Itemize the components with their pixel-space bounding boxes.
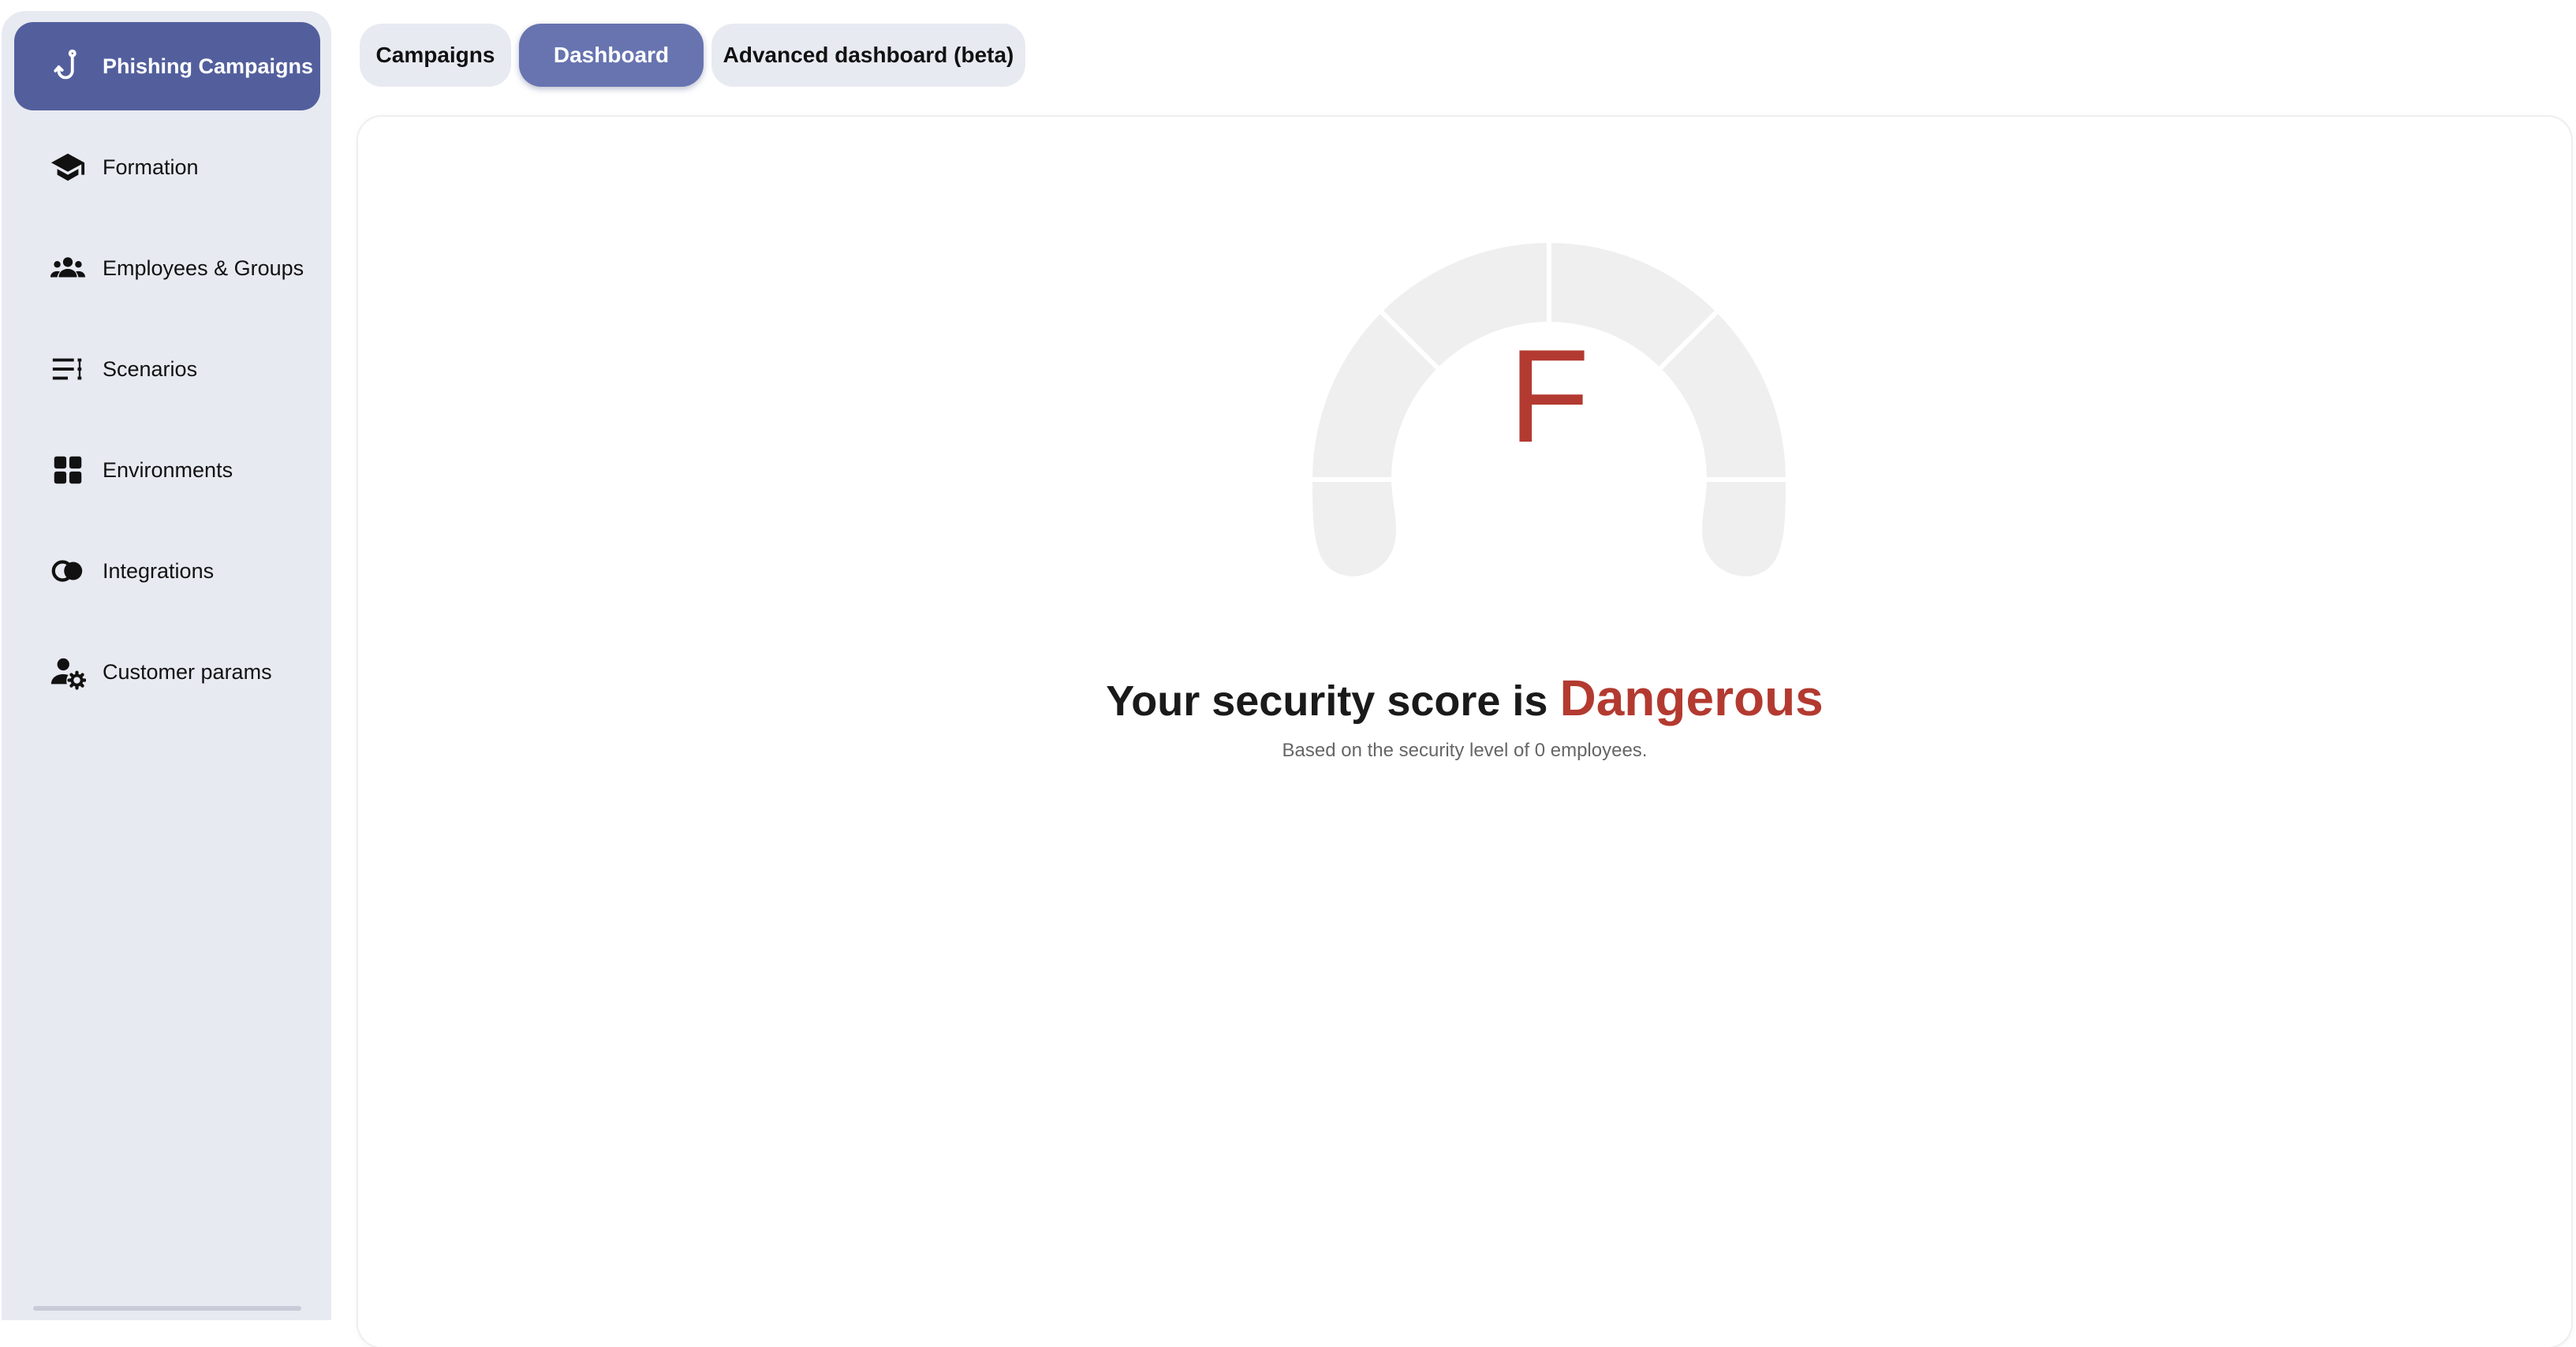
user-gear-icon [41,653,95,691]
score-level: Dangerous [1559,670,1824,726]
list-icon [41,350,95,388]
people-group-icon [41,249,95,287]
sidebar-item-label: Employees & Groups [103,256,304,280]
tab-campaigns[interactable]: Campaigns [360,24,511,87]
sidebar-footer-bar [33,1306,301,1311]
sidebar-item-phishing-campaigns[interactable]: Phishing Campaigns [14,22,320,110]
graduation-cap-icon [41,148,95,186]
sidebar-item-environments[interactable]: Environments [14,426,320,514]
overlapping-circles-icon [41,552,95,590]
sidebar-item-label: Phishing Campaigns [103,54,314,78]
hook-icon [41,47,95,85]
sidebar: Phishing Campaigns Formation Employees &… [2,11,331,1320]
score-prefix: Your security score is [1106,677,1548,725]
sidebar-item-label: Environments [103,457,233,482]
sidebar-item-scenarios[interactable]: Scenarios [14,325,320,413]
score-subtitle: Based on the security level of 0 employe… [1282,740,1648,761]
sidebar-item-label: Formation [103,155,199,179]
security-grade: F [1508,322,1590,470]
gauge-tail-left [1312,479,1396,576]
sidebar-item-label: Scenarios [103,356,198,381]
security-score-heading: Your security score is Dangerous [358,669,2571,727]
tab-dashboard[interactable]: Dashboard [519,24,704,87]
grid-icon [41,451,95,489]
tab-advanced-dashboard[interactable]: Advanced dashboard (beta) [711,24,1025,87]
gauge-tail-right [1702,479,1786,576]
sidebar-item-formation[interactable]: Formation [14,123,320,211]
sidebar-item-employees-groups[interactable]: Employees & Groups [14,224,320,312]
sidebar-item-label: Customer params [103,659,272,684]
dashboard-panel: F Your security score is Dangerous Based… [358,117,2571,1347]
sidebar-item-customer-params[interactable]: Customer params [14,628,320,716]
sidebar-item-label: Integrations [103,558,215,583]
sidebar-item-integrations[interactable]: Integrations [14,527,320,615]
